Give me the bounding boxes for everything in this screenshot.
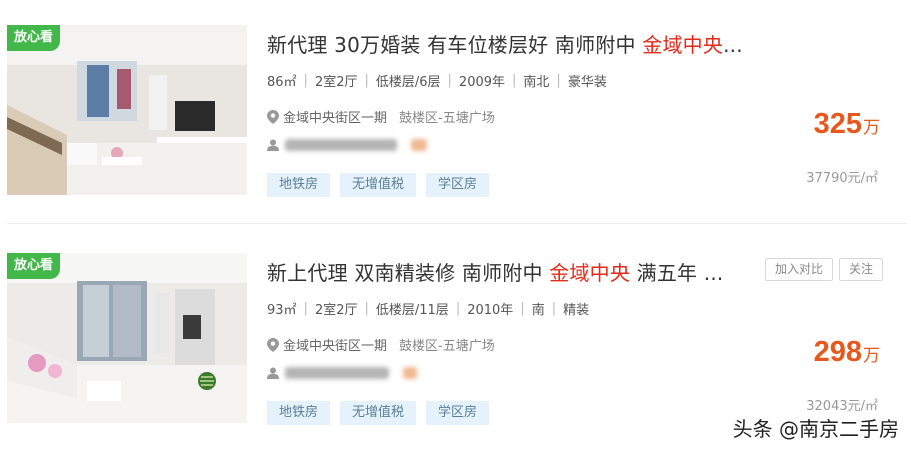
listing-divider (7, 223, 907, 224)
feature-tags: 地铁房 无增值税 学区房 (267, 401, 499, 425)
tag-school-district: 学区房 (426, 173, 490, 197)
person-icon (267, 139, 279, 151)
agent-name-blurred (285, 367, 389, 379)
trust-badge: 放心看 (7, 253, 61, 279)
attr-floor: 低楼层/11层 (375, 303, 449, 318)
price-value: 298 (813, 336, 862, 368)
title-suffix: ... (723, 33, 743, 57)
attr-year: 2010年 (467, 303, 514, 318)
listing-title[interactable]: 新上代理 双南精装修 南师附中 金域中央 满五年 ... (267, 257, 723, 286)
tag-subway: 地铁房 (267, 173, 331, 197)
listing-location: 金域中央街区一期 鼓楼区-五塘广场 (267, 335, 495, 354)
district-link[interactable]: 鼓楼区-五塘广场 (399, 107, 495, 126)
agent-avatar-blurred (403, 367, 417, 379)
tag-no-vat: 无增值税 (340, 401, 417, 425)
attr-size: 93㎡ (267, 303, 297, 318)
watermark-text: 头条 @南京二手房 (732, 417, 899, 441)
title-highlight: 金域中央 (549, 261, 631, 285)
total-price: 325万 (814, 108, 880, 141)
district-link[interactable]: 鼓楼区-五塘广场 (399, 335, 495, 354)
title-highlight: 金域中央 (642, 33, 724, 57)
agent-info[interactable] (267, 139, 427, 151)
attr-year: 2009年 (458, 75, 506, 90)
tag-school-district: 学区房 (426, 401, 490, 425)
attr-orientation: 南北 (523, 75, 550, 90)
community-link[interactable]: 金域中央街区一期 (283, 335, 387, 354)
location-pin-icon (267, 109, 279, 124)
title-text: 新上代理 双南精装修 南师附中 (267, 261, 550, 285)
agent-info[interactable] (267, 367, 417, 379)
listing-title[interactable]: 新代理 30万婚装 有车位楼层好 南师附中 金域中央... (267, 29, 743, 58)
trust-badge: 放心看 (7, 25, 61, 51)
unit-price: 37790元/㎡ (806, 171, 878, 186)
attr-layout: 2室2厅 (314, 303, 358, 318)
listing-attributes: 86㎡ | 2室2厅 | 低楼层/6层 | 2009年 | 南北 | 豪华装 (267, 73, 607, 90)
listing-actions: 加入对比 关注 (759, 258, 883, 281)
title-suffix: 满五年 ... (630, 261, 724, 285)
feature-tags: 地铁房 无增值税 学区房 (267, 173, 499, 197)
location-pin-icon (267, 337, 279, 352)
attr-decoration: 精装 (563, 303, 590, 318)
agent-avatar-blurred (411, 139, 427, 151)
agent-name-blurred (285, 139, 397, 151)
compare-button[interactable]: 加入对比 (764, 258, 833, 281)
attr-floor: 低楼层/6层 (375, 75, 441, 90)
tag-subway: 地铁房 (267, 401, 331, 425)
follow-button[interactable]: 关注 (838, 258, 883, 281)
listing-photo[interactable]: 放心看 (7, 25, 247, 195)
total-price: 298万 (814, 336, 880, 369)
price-unit: 万 (863, 118, 880, 137)
title-text: 新代理 30万婚装 有车位楼层好 南师附中 (267, 33, 643, 57)
price-unit: 万 (863, 346, 880, 365)
community-link[interactable]: 金域中央街区一期 (283, 107, 387, 126)
listing-card[interactable]: 放心看 新代理 30万婚装 有车位楼层好 南师附中 金域中央... 86㎡ | 2… (0, 15, 911, 215)
attr-decoration: 豪华装 (567, 75, 607, 90)
attr-layout: 2室2厅 (314, 75, 358, 90)
price-value: 325 (813, 108, 862, 140)
tag-no-vat: 无增值税 (340, 173, 417, 197)
attr-orientation: 南 (531, 303, 545, 318)
unit-price: 32043元/㎡ (806, 399, 878, 414)
person-icon (267, 367, 279, 379)
listing-attributes: 93㎡ | 2室2厅 | 低楼层/11层 | 2010年 | 南 | 精装 (267, 301, 590, 318)
listing-photo[interactable]: 放心看 (7, 253, 247, 423)
attr-size: 86㎡ (267, 75, 297, 90)
listing-location: 金域中央街区一期 鼓楼区-五塘广场 (267, 107, 495, 126)
